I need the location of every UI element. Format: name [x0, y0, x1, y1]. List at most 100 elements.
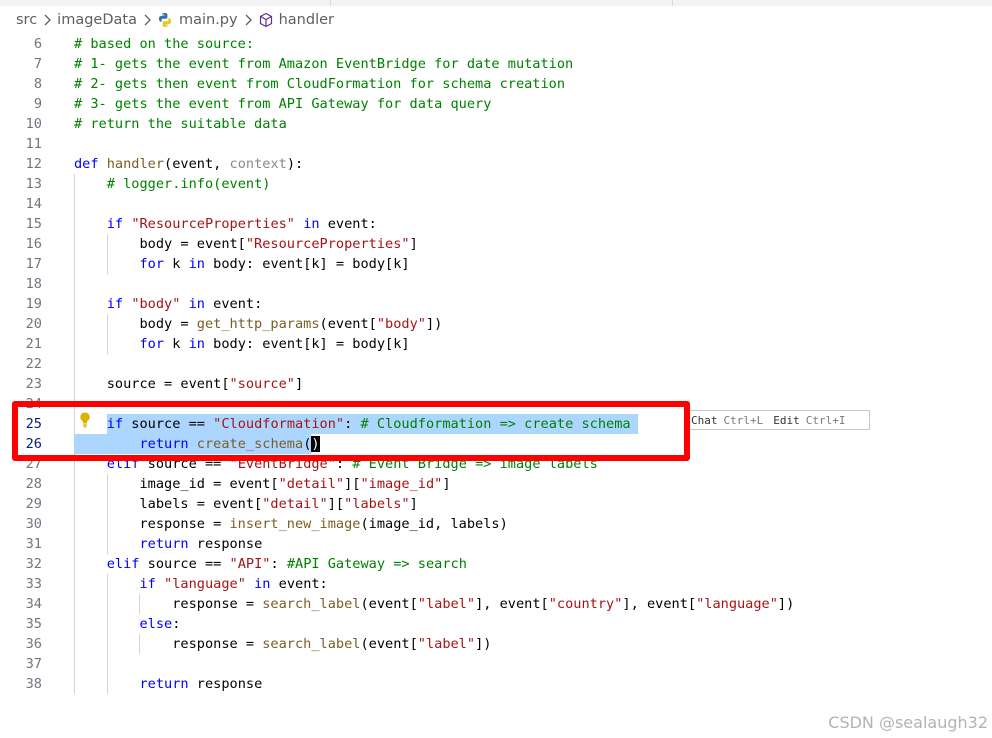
code-line[interactable]: 36 response = search_label(event["label"…	[0, 634, 992, 654]
line-number: 19	[25, 296, 42, 312]
line-number: 8	[33, 76, 42, 92]
code-text: return response	[139, 536, 263, 552]
line-number: 13	[25, 176, 42, 192]
line-number: 38	[25, 676, 42, 692]
line-number: 15	[25, 216, 42, 232]
code-line[interactable]: 32 elif source == "API": #API Gateway =>…	[0, 554, 992, 574]
breadcrumb-item-imagedata[interactable]: imageData	[57, 12, 137, 28]
code-text: # logger.info(event)	[106, 176, 271, 192]
line-number: 16	[25, 236, 42, 252]
code-text: image_id = event["detail"]["image_id"]	[74, 476, 451, 492]
edit-hint-label[interactable]: Edit	[773, 414, 800, 427]
code-line[interactable]: 18	[0, 274, 992, 294]
code-editor[interactable]: 6 # based on the source: 7 # 1- gets the ev…	[0, 34, 992, 738]
line-number: 33	[25, 576, 42, 592]
code-line[interactable]: 38 return response	[0, 674, 992, 694]
code-line[interactable]: 37	[0, 654, 992, 674]
breadcrumb-item-src[interactable]: src	[16, 12, 37, 28]
line-number: 28	[25, 476, 42, 492]
code-text: body = get_http_params(event["body"])	[74, 316, 443, 332]
code-text: return response	[139, 676, 263, 692]
code-line[interactable]: 12 def handler(event, context):	[0, 154, 992, 174]
code-text: body = event["ResourceProperties"]	[74, 236, 418, 252]
line-number: 35	[25, 616, 42, 632]
watermark: CSDN @sealaugh32	[828, 713, 988, 732]
breadcrumb: src imageData main.py handler	[0, 6, 992, 34]
code-text: for k in body: event[k] = body[k]	[139, 256, 410, 272]
code-line[interactable]: 17 for k in body: event[k] = body[k]	[0, 254, 992, 274]
code-line[interactable]: 29 labels = event["detail"]["labels"]	[0, 494, 992, 514]
code-line[interactable]: 15 if "ResourceProperties" in event:	[0, 214, 992, 234]
code-line[interactable]: 28 image_id = event["detail"]["image_id"…	[0, 474, 992, 494]
chevron-right-icon	[144, 14, 151, 26]
line-number: 9	[33, 96, 42, 112]
code-line[interactable]: 33 if "language" in event:	[0, 574, 992, 594]
line-number: 34	[25, 596, 42, 612]
breadcrumb-item-main-py[interactable]: main.py	[179, 12, 238, 28]
code-line[interactable]: 13 # logger.info(event)	[0, 174, 992, 194]
code-text: # 1- gets the event from Amazon EventBri…	[74, 56, 574, 72]
code-line[interactable]: 31 return response	[0, 534, 992, 554]
line-number: 7	[33, 56, 42, 72]
line-number: 36	[25, 636, 42, 652]
indent-guide	[74, 354, 75, 374]
code-text: labels = event["detail"]["labels"]	[74, 496, 418, 512]
line-number: 6	[33, 36, 42, 52]
code-text: # 2- gets then event from CloudFormation…	[74, 76, 566, 92]
code-text: else:	[139, 616, 181, 632]
inline-chat-hint[interactable]: Chat Ctrl+L Edit Ctrl+I	[684, 410, 870, 430]
code-text: elif source == "API": #API Gateway => se…	[106, 556, 467, 572]
chevron-right-icon	[44, 14, 52, 26]
code-line[interactable]: 8 # 2- gets then event from CloudFormatio…	[0, 74, 992, 94]
code-text: response = search_label(event["label"], …	[74, 596, 795, 612]
line-number: 20	[25, 316, 42, 332]
breadcrumb-item-handler[interactable]: handler	[279, 12, 334, 28]
code-line[interactable]: 16 body = event["ResourceProperties"]	[0, 234, 992, 254]
line-number: 17	[25, 256, 42, 272]
code-line[interactable]: 22	[0, 354, 992, 374]
line-number: 10	[25, 116, 42, 132]
code-line[interactable]: 35 else:	[0, 614, 992, 634]
chat-hint-label[interactable]: Chat	[691, 414, 718, 427]
line-number: 18	[25, 276, 42, 292]
line-number: 11	[25, 136, 42, 152]
line-number: 14	[25, 196, 42, 212]
code-line[interactable]: 34 response = search_label(event["label"…	[0, 594, 992, 614]
line-number: 21	[25, 336, 42, 352]
code-line[interactable]: 7 # 1- gets the event from Amazon EventBr…	[0, 54, 992, 74]
code-line[interactable]: 9 # 3- gets the event from API Gateway fo…	[0, 94, 992, 114]
code-line[interactable]: 14	[0, 194, 992, 214]
line-number: 23	[25, 376, 42, 392]
chat-shortcut: Ctrl+L	[723, 413, 764, 427]
code-text: def handler(event, context):	[74, 156, 304, 172]
code-text: for k in body: event[k] = body[k]	[139, 336, 410, 352]
code-text: response = insert_new_image(image_id, la…	[74, 516, 508, 532]
indent-guide	[74, 654, 75, 674]
indent-guide	[106, 654, 108, 674]
code-line[interactable]: 10 # return the suitable data	[0, 114, 992, 134]
code-text: if "body" in event:	[106, 296, 263, 312]
line-number: 12	[25, 156, 42, 172]
code-line[interactable]: 19 if "body" in event:	[0, 294, 992, 314]
code-line[interactable]: 30 response = insert_new_image(image_id,…	[0, 514, 992, 534]
code-line[interactable]: 6 # based on the source:	[0, 34, 992, 54]
line-number: 32	[25, 556, 42, 572]
code-text: # return the suitable data	[74, 116, 287, 132]
code-line[interactable]: 21 for k in body: event[k] = body[k]	[0, 334, 992, 354]
method-cube-icon	[259, 12, 272, 28]
code-text: if "language" in event:	[139, 576, 328, 592]
code-line[interactable]: 23 source = event["source"]	[0, 374, 992, 394]
code-text: response = search_label(event["label"])	[74, 636, 492, 652]
code-text: if "ResourceProperties" in event:	[106, 216, 377, 232]
line-number: 22	[25, 356, 42, 372]
python-file-icon	[158, 13, 171, 27]
line-number: 31	[25, 536, 42, 552]
code-text: # based on the source:	[74, 36, 255, 52]
code-line[interactable]: 20 body = get_http_params(event["body"])	[0, 314, 992, 334]
code-text: # 3- gets the event from API Gateway for…	[74, 96, 492, 112]
indent-guide	[74, 194, 75, 214]
code-line[interactable]: 11	[0, 134, 992, 154]
line-number: 30	[25, 516, 42, 532]
code-text: source = event["source"]	[74, 376, 304, 392]
edit-shortcut: Ctrl+I	[805, 413, 846, 427]
